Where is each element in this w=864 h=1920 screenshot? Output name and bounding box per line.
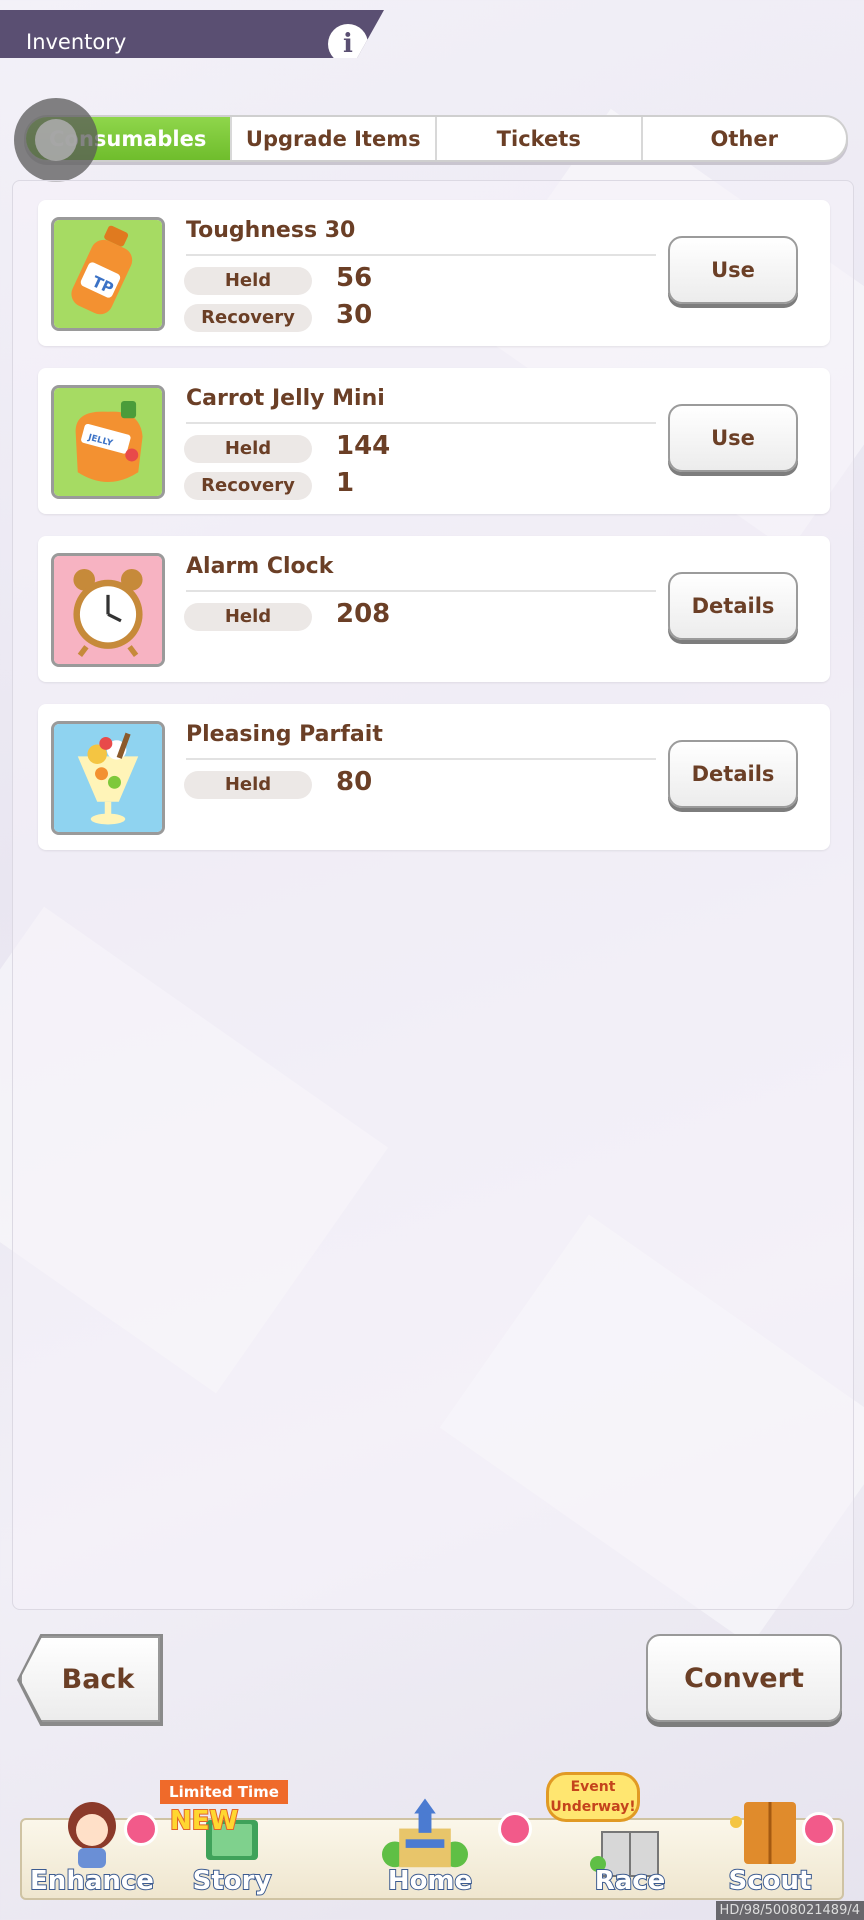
carrot-jelly-icon: JELLY bbox=[51, 385, 165, 499]
divider bbox=[186, 254, 656, 256]
held-label: Held bbox=[184, 603, 312, 631]
details-button[interactable]: Details bbox=[668, 740, 798, 808]
notification-badge bbox=[802, 1812, 836, 1846]
inventory-header: Inventory i bbox=[0, 10, 384, 58]
scout-door-icon bbox=[730, 1802, 796, 1864]
parfait-icon bbox=[51, 721, 165, 835]
recovery-label: Recovery bbox=[184, 304, 312, 332]
tab-tickets[interactable]: Tickets bbox=[435, 117, 641, 160]
held-label: Held bbox=[184, 771, 312, 799]
page-title: Inventory bbox=[26, 30, 127, 54]
nav-enhance[interactable]: Enhance bbox=[22, 1782, 162, 1904]
convert-button[interactable]: Convert bbox=[646, 1634, 842, 1722]
list-item: Pleasing Parfait Held 80 Details bbox=[38, 704, 830, 850]
nav-label: Enhance bbox=[29, 1865, 155, 1897]
held-label: Held bbox=[184, 435, 312, 463]
nav-scout[interactable]: Scout bbox=[700, 1782, 840, 1904]
divider bbox=[186, 422, 656, 424]
enhance-character-icon bbox=[68, 1802, 116, 1868]
event-underway-bubble: Event Underway! bbox=[546, 1772, 640, 1822]
list-item: TP Toughness 30 Held 56 Recovery 30 Use bbox=[38, 200, 830, 346]
touch-indicator bbox=[14, 98, 98, 182]
alarm-clock-icon bbox=[51, 553, 165, 667]
item-name: Alarm Clock bbox=[186, 554, 334, 579]
nav-label: Race bbox=[594, 1865, 667, 1897]
use-button[interactable]: Use bbox=[668, 236, 798, 304]
notification-badge bbox=[124, 1812, 158, 1846]
list-item: JELLY Carrot Jelly Mini Held 144 Recover… bbox=[38, 368, 830, 514]
use-button[interactable]: Use bbox=[668, 404, 798, 472]
info-icon[interactable]: i bbox=[328, 24, 368, 58]
held-label: Held bbox=[184, 267, 312, 295]
nav-home[interactable]: Home bbox=[360, 1782, 532, 1904]
held-count: 80 bbox=[336, 767, 373, 797]
recovery-value: 30 bbox=[336, 300, 373, 330]
held-count: 208 bbox=[336, 599, 391, 629]
recovery-value: 1 bbox=[336, 468, 355, 498]
notification-badge bbox=[498, 1812, 532, 1846]
divider bbox=[186, 758, 656, 760]
limited-time-ribbon: Limited Time bbox=[160, 1780, 288, 1804]
held-count: 144 bbox=[336, 431, 391, 461]
nav-label: Home bbox=[387, 1865, 473, 1897]
nav-label: Story bbox=[192, 1865, 273, 1897]
details-button[interactable]: Details bbox=[668, 572, 798, 640]
category-tabs: Consumables Upgrade Items Tickets Other bbox=[24, 115, 848, 162]
item-name: Carrot Jelly Mini bbox=[186, 386, 385, 411]
item-name: Pleasing Parfait bbox=[186, 722, 383, 747]
tab-other[interactable]: Other bbox=[640, 117, 847, 160]
watermark: HD/98/5008021489/4 bbox=[715, 1901, 864, 1920]
tp-bottle-icon: TP bbox=[51, 217, 165, 331]
tab-upgrade-items[interactable]: Upgrade Items bbox=[229, 117, 436, 160]
item-name: Toughness 30 bbox=[186, 218, 356, 243]
recovery-label: Recovery bbox=[184, 472, 312, 500]
divider bbox=[186, 590, 656, 592]
list-item: Alarm Clock Held 208 Details bbox=[38, 536, 830, 682]
new-tag: NEW bbox=[169, 1805, 239, 1837]
back-button[interactable]: Back bbox=[20, 1636, 160, 1722]
held-count: 56 bbox=[336, 263, 373, 293]
nav-label: Scout bbox=[728, 1865, 813, 1897]
